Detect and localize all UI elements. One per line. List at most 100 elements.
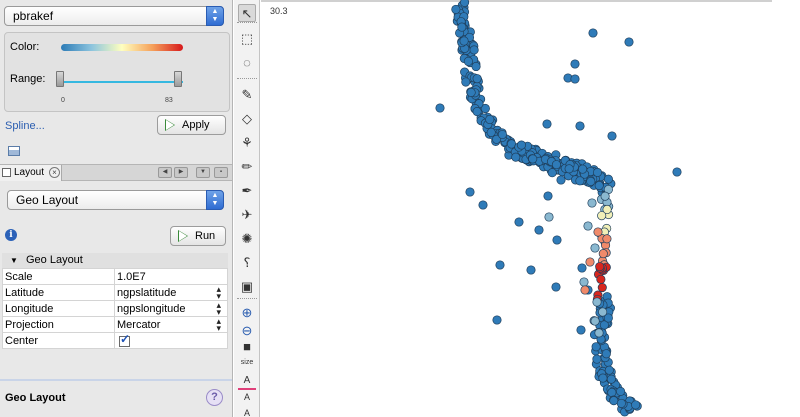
node-point[interactable] bbox=[575, 176, 585, 186]
pointer-icon[interactable]: ↖ bbox=[238, 4, 256, 22]
layout-select[interactable]: Geo Layout ▲ ▼ bbox=[7, 190, 224, 210]
gear-flower-icon[interactable]: ✺ bbox=[238, 230, 256, 248]
help-icon[interactable]: ? bbox=[206, 389, 223, 406]
node-point[interactable] bbox=[471, 61, 481, 72]
stepper-arrows-icon[interactable]: ▴ ▾ bbox=[216, 301, 221, 317]
node-point[interactable] bbox=[586, 176, 596, 187]
node-point[interactable] bbox=[514, 217, 524, 227]
node-point[interactable] bbox=[570, 74, 580, 84]
node-point[interactable] bbox=[526, 265, 536, 275]
node-point[interactable] bbox=[580, 285, 590, 295]
network-icon[interactable]: ▣ bbox=[238, 278, 256, 296]
node-point[interactable] bbox=[547, 168, 557, 178]
node-point[interactable] bbox=[551, 160, 562, 170]
tab-maximize-icon[interactable]: ▪ bbox=[214, 167, 228, 178]
node-point[interactable] bbox=[460, 0, 470, 7]
size-icon[interactable]: size bbox=[238, 354, 256, 372]
tree-icon[interactable]: ⚘ bbox=[238, 134, 256, 152]
node-point[interactable] bbox=[587, 198, 597, 208]
node-point[interactable] bbox=[597, 211, 607, 221]
lasso-icon[interactable]: ◌ bbox=[238, 54, 256, 72]
node-point[interactable] bbox=[579, 277, 589, 287]
brush-icon[interactable]: ✎ bbox=[238, 86, 256, 104]
pen-icon[interactable]: ✒ bbox=[238, 182, 256, 200]
node-point[interactable] bbox=[616, 386, 626, 396]
node-point[interactable] bbox=[607, 131, 617, 141]
node-point[interactable] bbox=[576, 325, 586, 335]
node-point[interactable] bbox=[543, 191, 553, 201]
node-point[interactable] bbox=[556, 175, 566, 185]
node-point[interactable] bbox=[590, 316, 600, 326]
node-point[interactable] bbox=[588, 28, 598, 38]
node-point[interactable] bbox=[600, 191, 610, 201]
spline-link[interactable]: Spline... bbox=[5, 120, 45, 132]
property-value[interactable]: 1.0E7 bbox=[114, 268, 228, 285]
node-point[interactable] bbox=[570, 59, 580, 69]
node-point[interactable] bbox=[597, 282, 607, 293]
node-point[interactable] bbox=[595, 262, 605, 272]
node-point[interactable] bbox=[542, 119, 552, 129]
node-point[interactable] bbox=[461, 77, 471, 87]
airplane-icon[interactable]: ✈ bbox=[238, 206, 256, 224]
node-point[interactable] bbox=[459, 36, 469, 46]
center-checkbox[interactable] bbox=[119, 332, 130, 347]
node-point[interactable] bbox=[616, 398, 626, 408]
text-small-icon[interactable]: A bbox=[238, 404, 256, 417]
node-point[interactable] bbox=[435, 103, 445, 113]
node-point[interactable] bbox=[511, 152, 521, 162]
node-point[interactable] bbox=[577, 263, 587, 273]
scatter-nodes[interactable] bbox=[261, 0, 800, 417]
node-point[interactable] bbox=[596, 274, 606, 284]
attribute-select[interactable]: pbrakef ▲ ▼ bbox=[4, 6, 224, 26]
node-point[interactable] bbox=[592, 167, 603, 177]
stepper-arrows-icon[interactable]: ▴ ▾ bbox=[216, 285, 221, 301]
node-point[interactable] bbox=[607, 387, 617, 398]
node-point[interactable] bbox=[592, 297, 602, 307]
range-slider-track[interactable] bbox=[63, 81, 183, 83]
node-point[interactable] bbox=[603, 174, 613, 184]
node-point[interactable] bbox=[593, 227, 603, 237]
info-icon[interactable]: i bbox=[5, 229, 17, 241]
node-point[interactable] bbox=[466, 87, 476, 98]
node-point[interactable] bbox=[492, 315, 502, 325]
node-point[interactable] bbox=[552, 235, 562, 245]
range-min-thumb[interactable] bbox=[56, 71, 64, 87]
question-cursor-icon[interactable]: ⸮ bbox=[238, 254, 256, 272]
property-value[interactable]: Mercator ▴ ▾ bbox=[114, 316, 228, 333]
node-point[interactable] bbox=[583, 221, 593, 231]
property-value[interactable] bbox=[114, 332, 228, 349]
node-point[interactable] bbox=[463, 56, 473, 66]
node-point[interactable] bbox=[457, 22, 467, 32]
color-gradient-bar[interactable] bbox=[61, 44, 183, 51]
node-point[interactable] bbox=[601, 349, 611, 359]
apply-button[interactable]: Apply bbox=[157, 115, 226, 135]
node-point[interactable] bbox=[575, 121, 585, 131]
node-point[interactable] bbox=[594, 328, 604, 338]
node-point[interactable] bbox=[544, 212, 554, 222]
node-point[interactable] bbox=[551, 282, 561, 292]
node-point[interactable] bbox=[495, 260, 505, 270]
node-point[interactable] bbox=[590, 243, 600, 253]
node-point[interactable] bbox=[534, 225, 544, 235]
zoom-in-icon[interactable]: ⊕ bbox=[238, 304, 256, 322]
node-point[interactable] bbox=[564, 164, 574, 174]
node-point[interactable] bbox=[469, 45, 479, 55]
tab-layout[interactable]: Layout × bbox=[0, 165, 62, 181]
tab-menu-icon[interactable]: ▼ bbox=[196, 167, 210, 178]
diamond-icon[interactable]: ◇ bbox=[238, 110, 256, 128]
run-button[interactable]: Run bbox=[170, 226, 226, 246]
node-point[interactable] bbox=[594, 181, 604, 191]
node-point[interactable] bbox=[598, 307, 608, 317]
stepper-arrows-icon[interactable]: ▴ ▾ bbox=[216, 317, 221, 333]
property-value[interactable]: ngpslatitude ▴ ▾ bbox=[114, 284, 228, 301]
node-point[interactable] bbox=[516, 140, 527, 150]
node-point[interactable] bbox=[465, 187, 475, 197]
node-point[interactable] bbox=[528, 154, 538, 164]
property-section-header[interactable]: ▼ Geo Layout bbox=[2, 253, 228, 268]
node-point[interactable] bbox=[486, 127, 496, 137]
node-point[interactable] bbox=[472, 107, 482, 117]
node-point[interactable] bbox=[578, 164, 588, 174]
node-point[interactable] bbox=[592, 354, 602, 364]
node-point[interactable] bbox=[497, 129, 507, 140]
node-point[interactable] bbox=[451, 4, 461, 14]
